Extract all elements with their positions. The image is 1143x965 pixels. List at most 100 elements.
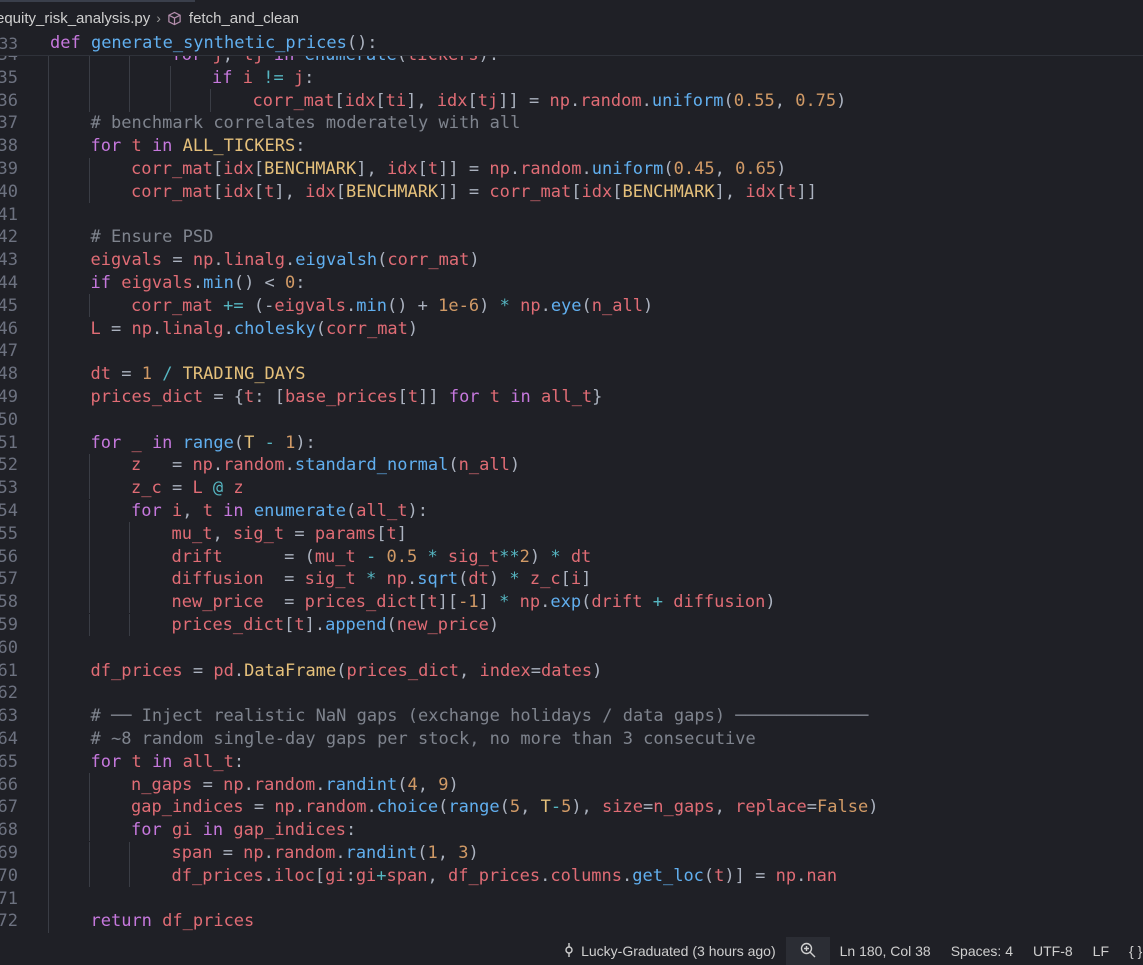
code-line[interactable]: 68 for gi in gap_indices: — [0, 819, 356, 842]
code-line[interactable]: 38 for t in ALL_TICKERS: — [0, 135, 306, 158]
code-token: gi — [171, 820, 193, 841]
code-token: random — [223, 455, 285, 476]
code-line[interactable]: 47 — [0, 340, 50, 363]
code-text: dt = 1 / TRADING_DAYS — [48, 364, 306, 384]
code-token: = — [212, 843, 244, 863]
code-token: , — [520, 797, 541, 818]
eol-setting[interactable]: LF — [1083, 937, 1119, 965]
code-token: 4 — [407, 774, 418, 795]
code-line[interactable]: 37 # benchmark correlates moderately with… — [0, 112, 520, 135]
code-token: in — [192, 820, 234, 841]
code-line[interactable]: 66 n_gaps = np.random.randint(4, 9) — [0, 773, 459, 796]
code-token: ( — [581, 295, 592, 316]
code-line[interactable]: 50 — [0, 408, 50, 431]
code-line[interactable]: 42 # Ensure PSD — [0, 226, 213, 249]
code-token: sig_t — [447, 546, 500, 567]
code-line[interactable]: 69 span = np.random.randint(1, 3) — [0, 842, 479, 865]
code-token: ( — [377, 250, 388, 271]
code-line[interactable]: 46 L = np.linalg.cholesky(corr_mat) — [0, 317, 418, 340]
code-token: corr_mat — [489, 181, 572, 202]
code-token: = — [263, 592, 305, 613]
code-token: size — [602, 797, 643, 818]
encoding-setting[interactable]: UTF-8 — [1023, 937, 1083, 965]
code-line[interactable]: 54 for i, t in enumerate(all_t): — [0, 500, 428, 523]
code-line[interactable]: 51 for _ in range(T - 1): — [0, 431, 316, 454]
code-line[interactable]: 41 — [0, 203, 50, 226]
code-line[interactable]: 43 eigvals = np.linalg.eigvalsh(corr_mat) — [0, 249, 480, 272]
code-token: df_prices — [447, 865, 541, 886]
code-token: [ — [376, 523, 387, 544]
code-line[interactable]: 70 df_prices.iloc[gi:gi+span, df_prices.c… — [0, 864, 837, 887]
code-token: 0 — [285, 273, 296, 293]
code-token: ) — [469, 250, 480, 271]
code-token: ( — [386, 615, 397, 635]
line-number: 71 — [0, 888, 18, 909]
code-token: + — [376, 865, 387, 886]
code-token: . — [540, 865, 551, 886]
code-token: * — [499, 295, 510, 316]
breadcrumb-symbol[interactable]: fetch_and_clean — [189, 10, 299, 27]
code-token: # benchmark correlates moderately with a… — [90, 113, 521, 134]
git-blame-status[interactable]: Lucky-Graduated (3 hours ago) — [553, 937, 786, 965]
code-token: : — [304, 67, 315, 88]
code-line[interactable]: 64 # ~8 random single-day gaps per stock,… — [0, 728, 756, 751]
code-token: randint — [325, 774, 398, 795]
code-token: base_prices — [285, 387, 398, 407]
code-token: . — [335, 843, 346, 863]
code-token: all_t — [540, 387, 593, 407]
code-line[interactable]: 57 diffusion = sig_t * np.sqrt(dt) * z_c[… — [0, 568, 591, 591]
indentation-setting[interactable]: Spaces: 4 — [941, 937, 1023, 965]
code-line[interactable]: 63 # ── Inject realistic NaN gaps (exchan… — [0, 705, 868, 728]
code-line[interactable]: 56 drift = (mu_t - 0.5 * sig_t**2) * dt — [0, 545, 591, 568]
code-token: ][ — [437, 592, 459, 613]
code-line[interactable]: 44 if eigvals.min() < 0: — [0, 272, 306, 295]
code-line[interactable]: 53 z_c = L @ z — [0, 477, 244, 500]
code-token: for — [131, 501, 172, 521]
code-line[interactable]: 72 return df_prices — [0, 910, 254, 933]
line-number: 46 — [0, 318, 18, 339]
code-token: [ — [612, 181, 623, 202]
code-line[interactable]: 35 if i != j: — [0, 66, 314, 89]
sticky-scroll-header[interactable]: 33 def generate_synthetic_prices(): — [0, 31, 1143, 56]
zoom-button[interactable] — [785, 937, 830, 965]
code-editor[interactable]: 34for j, tj in enumerate(tickers):35if i… — [0, 32, 1143, 937]
code-line[interactable]: 40 corr_mat[idx[t], idx[BENCHMARK]] = cor… — [0, 180, 817, 203]
code-line[interactable]: 61 df_prices = pd.DataFrame(prices_dict, … — [0, 659, 602, 682]
code-token: . — [233, 660, 245, 681]
code-line[interactable]: 60 — [0, 636, 50, 659]
code-line[interactable]: 58 new_price = prices_dict[t][-1] * np.ex… — [0, 591, 776, 614]
code-line[interactable]: 49 prices_dict = {t: [base_prices[t]] for… — [0, 386, 602, 409]
code-token: # ── Inject realistic NaN gaps (exchange… — [90, 706, 869, 727]
line-number: 35 — [0, 67, 18, 88]
code-token: diffusion — [171, 569, 264, 590]
code-line[interactable]: 36 corr_mat[idx[ti], idx[tj]] = np.random… — [0, 89, 846, 112]
code-token: z_c — [131, 478, 162, 499]
code-token: TRADING_DAYS — [182, 364, 306, 385]
language-mode[interactable]: { } — [1119, 937, 1143, 965]
code-line[interactable]: 62 — [0, 682, 50, 705]
code-token: } — [592, 387, 603, 407]
line-number: 52 — [0, 455, 18, 476]
code-line[interactable]: 71 — [0, 887, 50, 910]
line-number: 40 — [0, 181, 18, 202]
code-line[interactable]: 52 z = np.random.standard_normal(n_all) — [0, 454, 520, 477]
code-line[interactable]: 67 gap_indices = np.random.choice(range(5… — [0, 796, 878, 819]
code-line[interactable]: 39 corr_mat[idx[BENCHMARK], idx[t]] = np.… — [0, 158, 786, 181]
code-line[interactable]: 55 mu_t, sig_t = params[t] — [0, 522, 407, 545]
code-line[interactable]: 65 for t in all_t: — [0, 750, 244, 773]
breadcrumb-file[interactable]: equity_risk_analysis.py — [0, 10, 150, 27]
code-token: 2 — [519, 546, 530, 567]
code-token: ) — [836, 90, 847, 111]
code-token: ), — [571, 797, 603, 818]
line-number: 33 — [0, 33, 18, 53]
code-line[interactable]: 48 dt = 1 / TRADING_DAYS — [0, 363, 306, 386]
code-token: prices_dict — [171, 615, 285, 635]
code-token: L — [90, 318, 101, 339]
cursor-position[interactable]: Ln 180, Col 38 — [830, 937, 941, 965]
code-line[interactable]: 59 prices_dict[t].append(new_price) — [0, 614, 499, 637]
code-token: [ — [375, 90, 386, 111]
code-token: eigvalsh — [295, 250, 378, 271]
code-line[interactable]: 45 corr_mat += (-eigvals.min() + 1e-6) * … — [0, 294, 653, 317]
code-token: new_price — [396, 615, 489, 635]
code-token: False — [817, 797, 869, 818]
